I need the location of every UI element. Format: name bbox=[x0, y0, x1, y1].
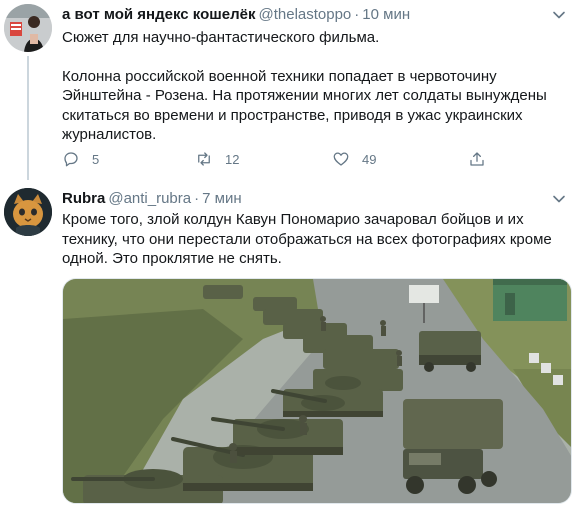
tweet-timestamp[interactable]: 7 мин bbox=[202, 190, 242, 207]
like-icon bbox=[333, 152, 349, 166]
tweet-text-paragraph: Колонна российской военной техники попад… bbox=[62, 67, 547, 144]
tweet-header: Rubra @anti_rubra · 7 мин bbox=[62, 190, 242, 208]
author-handle[interactable]: @thelastoppo bbox=[258, 6, 351, 23]
like-count: 49 bbox=[362, 151, 377, 167]
like-button[interactable]: 49 bbox=[332, 149, 376, 169]
caret-down-icon[interactable] bbox=[552, 8, 566, 22]
reply-count: 5 bbox=[92, 151, 100, 167]
author-name[interactable]: Rubra bbox=[62, 190, 105, 207]
reply-button[interactable]: 5 bbox=[62, 149, 99, 169]
tweet-text-paragraph: Кроме того, злой колдун Кавун Пономарио … bbox=[62, 211, 552, 267]
separator-dot: · bbox=[194, 190, 200, 207]
avatar[interactable] bbox=[4, 188, 52, 236]
avatar[interactable] bbox=[4, 4, 52, 52]
tweet-timestamp[interactable]: 10 мин bbox=[362, 6, 410, 23]
thread-connector-line bbox=[27, 56, 29, 180]
caret-down-icon[interactable] bbox=[552, 192, 566, 206]
tweet-photo[interactable] bbox=[62, 278, 572, 504]
retweet-count: 12 bbox=[225, 151, 240, 167]
author-name[interactable]: а вот мой яндекс кошелёк bbox=[62, 6, 255, 23]
tweet-anti-rubra: Rubra @anti_rubra · 7 мин Кроме того, злой … bbox=[0, 178, 578, 506]
tweet-thelastoppo: а вот мой яндекс кошелёк @thelastoppo · 10 … bbox=[0, 0, 578, 180]
share-button[interactable] bbox=[468, 149, 486, 169]
retweet-icon bbox=[198, 152, 210, 166]
tweet-header: а вот мой яндекс кошелёк @thelastoppo · 10 … bbox=[62, 6, 410, 24]
share-icon bbox=[470, 152, 484, 166]
separator-dot: · bbox=[354, 6, 360, 23]
tweet-text-line: Сюжет для научно-фантастического фильма. bbox=[62, 29, 380, 46]
tweet-text: Кроме того, злой колдун Кавун Пономарио … bbox=[62, 210, 568, 269]
retweet-button[interactable]: 12 bbox=[195, 149, 239, 169]
tweet-text: Сюжет для научно-фантастического фильма.… bbox=[62, 28, 568, 145]
reply-icon bbox=[64, 152, 78, 167]
author-handle[interactable]: @anti_rubra bbox=[108, 190, 191, 207]
tweet-actions: 5 12 49 bbox=[62, 149, 502, 169]
